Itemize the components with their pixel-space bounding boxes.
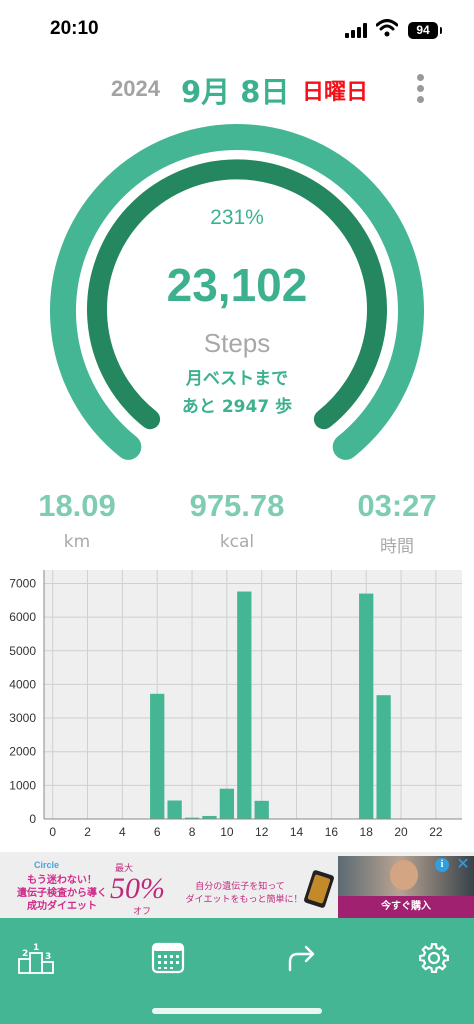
svg-text:1: 1 <box>33 943 39 953</box>
ad-headline-2b: 成功ダイエット <box>27 901 97 912</box>
plot-area <box>44 570 462 819</box>
x-tick-label: 10 <box>220 825 234 839</box>
steps-gauge: 231% 23,102 Steps 月ベストまで あと 2947 歩 <box>0 110 474 470</box>
hourly-steps-chart: 0 1000 2000 3000 4000 5000 6000 7000 0 2 4 6 8 10 12 14… <box>0 565 474 847</box>
x-tick-label: 18 <box>360 825 374 839</box>
bar-hour-18 <box>359 593 374 819</box>
y-tick-label: 0 <box>29 812 36 826</box>
date-year: 2024 <box>111 76 160 101</box>
ad-description-2: ダイエットをもっと簡単に！ <box>185 895 303 905</box>
monthly-best-label: 月ベストまで <box>185 369 289 389</box>
calories-value: 975.78 <box>189 488 285 523</box>
calories-unit: kcal <box>219 532 255 552</box>
bar-hour-6 <box>150 693 165 819</box>
ad-close-icon[interactable]: ✕ <box>455 856 471 872</box>
steps-count: 23,102 <box>166 259 308 311</box>
stats-row: 18.09 km 975.78 kcal 03:27 時間 <box>0 486 474 558</box>
svg-text:3: 3 <box>45 952 51 962</box>
x-tick-label: 20 <box>394 825 408 839</box>
ad-headline-2: 遺伝子検査から導く 成功ダイエット <box>6 887 118 913</box>
nav-settings-button[interactable] <box>414 940 454 976</box>
ad-headline-2a: 遺伝子検査から導く <box>17 888 107 899</box>
calories-stat: 975.78 kcal <box>157 486 317 552</box>
x-tick-label: 4 <box>119 825 126 839</box>
calendar-icon <box>151 942 185 974</box>
y-tick-label: 3000 <box>9 711 36 725</box>
podium-icon: 213 <box>18 943 54 974</box>
date-header: 2024 9月 8日 日曜日 <box>0 66 474 110</box>
bar-hour-7 <box>167 800 182 819</box>
y-tick-label: 2000 <box>9 745 36 759</box>
ad-logo: Circle <box>34 860 60 870</box>
bar-hour-11 <box>237 591 252 819</box>
duration-stat: 03:27 時間 <box>317 486 474 557</box>
cellular-signal-icon <box>345 22 369 38</box>
battery-icon: 94 <box>408 22 442 39</box>
share-arrow-icon <box>288 945 315 972</box>
nav-share-button[interactable] <box>282 940 322 976</box>
distance-value: 18.09 <box>38 488 116 523</box>
nav-calendar-button[interactable] <box>148 940 188 976</box>
date-weekday: 日曜日 <box>302 80 369 105</box>
ad-discount: 50% <box>110 872 165 905</box>
y-tick-label: 7000 <box>9 576 36 590</box>
home-indicator <box>152 1008 322 1014</box>
distance-unit: km <box>63 532 91 552</box>
hourly-steps-chart-svg: 0 1000 2000 3000 4000 5000 6000 7000 0 2 4 6 8 10 12 14… <box>9 570 462 839</box>
x-tick-label: 16 <box>325 825 339 839</box>
gear-icon <box>419 943 449 973</box>
status-time: 20:10 <box>50 18 99 39</box>
x-tick-label: 22 <box>429 825 443 839</box>
x-tick-label: 6 <box>154 825 161 839</box>
ad-banner[interactable]: Circle もう迷わない！ 遺伝子検査から導く 成功ダイエット 最大 50% … <box>0 852 474 918</box>
date-month-day[interactable]: 9月 8日 <box>181 69 289 111</box>
svg-text:2: 2 <box>22 949 28 959</box>
steps-label: Steps <box>203 328 271 358</box>
y-tick-label: 1000 <box>9 778 36 792</box>
bottom-nav: 213 <box>0 918 474 1024</box>
nav-ranking-button[interactable]: 213 <box>16 940 56 976</box>
ad-headline-1: もう迷わない！ <box>27 875 97 886</box>
more-options-icon[interactable] <box>409 70 433 106</box>
x-tick-label: 2 <box>84 825 91 839</box>
y-tick-label: 4000 <box>9 677 36 691</box>
duration-value: 03:27 <box>357 488 437 523</box>
x-tick-label: 8 <box>189 825 196 839</box>
monthly-best-remaining: あと 2947 歩 <box>181 397 293 417</box>
x-tick-label: 12 <box>255 825 269 839</box>
y-tick-label: 5000 <box>9 644 36 658</box>
y-tick-label: 6000 <box>9 610 36 624</box>
ad-info-icon[interactable]: i <box>435 858 449 872</box>
bar-hour-12 <box>254 800 269 819</box>
ad-off-label: オフ <box>133 907 152 917</box>
x-tick-label: 14 <box>290 825 304 839</box>
goal-percent: 231% <box>210 206 264 229</box>
duration-unit: 時間 <box>380 537 414 557</box>
bar-hour-19 <box>376 695 391 819</box>
ad-photo <box>338 856 474 896</box>
ad-buy-now-button[interactable]: 今すぐ購入 <box>338 896 474 918</box>
status-bar: 20:10 94 <box>0 0 474 60</box>
distance-stat: 18.09 km <box>0 486 157 552</box>
wifi-icon <box>376 19 398 37</box>
ad-description-1: 自分の遺伝子を知って <box>195 882 285 892</box>
bar-hour-10 <box>219 788 235 819</box>
x-tick-label: 0 <box>49 825 56 839</box>
ad-phone-image <box>303 869 335 909</box>
